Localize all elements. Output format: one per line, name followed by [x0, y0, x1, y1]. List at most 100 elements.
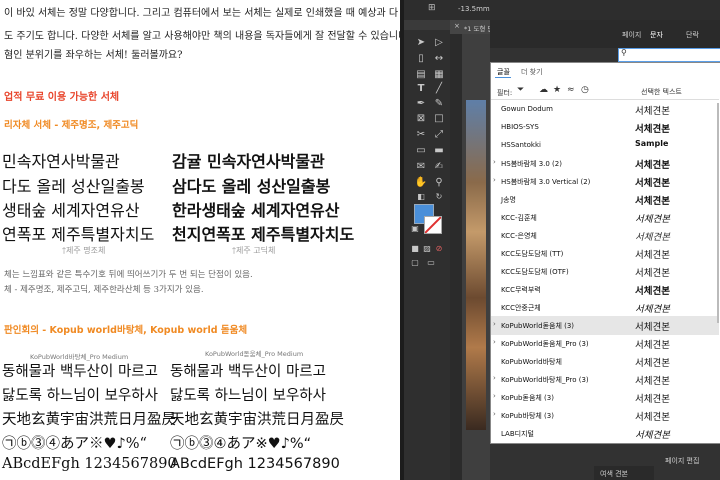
- expand-chevron-icon[interactable]: ›: [493, 374, 496, 382]
- tools-panel: ➤ ▷ ▯ ↔ ▤ ▦ T ╱ ✒ ✎ ⊠ □ ✂ ⤢ ▭ ▬ ✉ ✍ ✋ ⚲ …: [404, 30, 450, 480]
- font-sample: 서체견본: [635, 106, 670, 117]
- stroke-swatch[interactable]: [424, 216, 442, 234]
- kopub-dotum-line-2: 닳도록 하느님이 보우하사: [170, 388, 326, 404]
- font-list-item[interactable]: HBIOS-SYS 서체견본: [491, 118, 719, 137]
- cloud-fonts-icon[interactable]: ☁: [539, 85, 548, 95]
- content-placer-icon[interactable]: ▦: [432, 68, 446, 82]
- pen-tool-icon[interactable]: ✒: [414, 97, 428, 111]
- expand-chevron-icon[interactable]: ›: [493, 176, 496, 184]
- font-list-item[interactable]: KCC-은영체 서체견본: [491, 226, 719, 245]
- font-sample: 서체견본: [635, 376, 670, 387]
- kopub-label-right: KoPubWorld돋움체_Pro Medium: [205, 350, 304, 358]
- font-list-item[interactable]: KCC안중근체 서체견본: [491, 298, 719, 317]
- font-list-item[interactable]: › KoPub돋움체 (3) 서체견본: [491, 388, 719, 407]
- font-search-input[interactable]: ⚲: [618, 48, 720, 62]
- page-tool-icon[interactable]: ▯: [414, 52, 428, 66]
- similar-fonts-icon[interactable]: ≈: [567, 85, 575, 95]
- tab-paragraph[interactable]: 단락: [686, 30, 699, 40]
- expand-chevron-icon[interactable]: ›: [493, 320, 496, 328]
- direct-selection-tool-icon[interactable]: ▷: [432, 36, 446, 50]
- recent-fonts-icon[interactable]: ◷: [581, 85, 589, 95]
- formatting-affects-container-icon[interactable]: ▣: [408, 222, 422, 236]
- swap-colors-icon[interactable]: ↻: [432, 190, 446, 204]
- line-tool-icon[interactable]: ╱: [432, 82, 446, 96]
- scissors-tool-icon[interactable]: ✂: [414, 128, 428, 142]
- font-list-item[interactable]: › KoPubWorld돋움체_Pro (3) 서체견본: [491, 334, 719, 353]
- canvas-area[interactable]: [462, 34, 490, 480]
- font-list-item[interactable]: J송명 서체견본: [491, 190, 719, 209]
- list-scrollbar[interactable]: [717, 103, 719, 323]
- font-sample: 서체견본: [635, 340, 670, 351]
- font-sample: 서체견본: [635, 286, 670, 297]
- jeju-gothic-line-1: 감귤 민속자연사박물관: [172, 152, 325, 171]
- selection-tool-icon[interactable]: ➤: [414, 36, 428, 50]
- gap-tool-icon[interactable]: ↔: [432, 52, 446, 66]
- expand-chevron-icon[interactable]: ›: [493, 158, 496, 166]
- tab-character[interactable]: 문자: [650, 30, 663, 40]
- expand-chevron-icon[interactable]: ›: [493, 338, 496, 346]
- zoom-tool-icon[interactable]: ⚲: [432, 176, 446, 190]
- tab-find-more[interactable]: 더 찾기: [521, 67, 543, 77]
- eyedropper-tool-icon[interactable]: ✍: [432, 160, 446, 174]
- kopub-heading: 판인회의 - Kopub world바탕체, Kopub world 돋움체: [4, 325, 248, 336]
- close-tab-icon[interactable]: ×: [454, 22, 460, 30]
- font-name: HS봄바람체 3.0 Vertical (2): [501, 178, 591, 186]
- swatch-tab[interactable]: 여색 견본: [594, 466, 654, 480]
- rectangle-frame-tool-icon[interactable]: ⊠: [414, 112, 428, 126]
- content-collector-icon[interactable]: ▤: [414, 68, 428, 82]
- tab-pages[interactable]: 페이지: [622, 30, 641, 40]
- font-sample: 서체견본: [635, 304, 670, 315]
- jeju-myeongjo-line-1: 민속자연사박물관: [2, 152, 120, 171]
- reference-point-icon[interactable]: ⊞: [428, 3, 436, 13]
- apply-none-icon[interactable]: ⊘: [432, 242, 446, 256]
- font-sample: 서체견본: [635, 196, 670, 207]
- page-edit-label: 페이지 편집: [665, 457, 700, 465]
- placed-photo[interactable]: [466, 100, 486, 430]
- font-name: KCC도담도담체 (OTF): [501, 268, 569, 276]
- gradient-tool-icon[interactable]: ▭: [414, 144, 428, 158]
- type-tool-icon[interactable]: T: [414, 82, 428, 96]
- expand-chevron-icon[interactable]: ›: [493, 392, 496, 400]
- font-list-item[interactable]: KCC도담도담체 (OTF) 서체견본: [491, 262, 719, 281]
- font-list-item[interactable]: › HS봄바람체 3.0 Vertical (2) 서체견본: [491, 172, 719, 191]
- font-sample: 서체견본: [635, 430, 670, 441]
- font-list-item[interactable]: › KoPubWorld돋움체 (3) 서체견본: [491, 316, 719, 335]
- expand-chevron-icon[interactable]: ›: [493, 410, 496, 418]
- font-list-item[interactable]: › KoPub바탕체 (3) 서체견본: [491, 406, 719, 425]
- tab-fonts[interactable]: 글꼴: [497, 67, 510, 77]
- font-sample: 서체견본: [635, 214, 670, 225]
- free-transform-tool-icon[interactable]: ⤢: [432, 128, 446, 142]
- panel-tabbar: 페이지 문자 단락: [490, 20, 720, 48]
- font-list-item[interactable]: KCC도담도담체 (TT) 서체견본: [491, 244, 719, 263]
- font-list-item[interactable]: HSSantokki Sample: [491, 136, 719, 155]
- font-list-item[interactable]: › HS봄바람체 3.0 (2) 서체견본: [491, 154, 719, 173]
- measure-field[interactable]: -13.5mm: [458, 5, 490, 13]
- font-sample: Sample: [635, 139, 669, 148]
- indesign-window: ⊞ -13.5mm × *1 도형 만들기 예제.indd @ 50% (GPU…: [404, 0, 720, 480]
- page-edit-button[interactable]: 페이지 편집: [665, 448, 699, 467]
- font-sample: 서체견본: [635, 394, 670, 405]
- gradient-feather-tool-icon[interactable]: ▬: [432, 144, 446, 158]
- normal-view-icon[interactable]: ▢: [408, 256, 422, 270]
- pencil-tool-icon[interactable]: ✎: [432, 97, 446, 111]
- rectangle-tool-icon[interactable]: □: [432, 112, 446, 126]
- filter-funnel-icon[interactable]: ⏷: [517, 85, 524, 95]
- favorites-star-icon[interactable]: ★: [553, 85, 561, 95]
- font-name: KCC-은영체: [501, 232, 537, 240]
- note-tool-icon[interactable]: ✉: [414, 160, 428, 174]
- font-list-item[interactable]: LAB디지털 서체견본: [491, 424, 719, 443]
- font-list-item[interactable]: Gowun Dodum 서체견본: [491, 100, 719, 119]
- default-colors-icon[interactable]: ◧: [414, 190, 428, 204]
- font-name: KoPub바탕체 (3): [501, 412, 554, 420]
- font-list-item[interactable]: › KoPubWorld바탕체_Pro (3) 서체견본: [491, 370, 719, 389]
- font-list-item[interactable]: KCC무력부력 서체견본: [491, 280, 719, 299]
- font-sample: 서체견본: [635, 268, 670, 279]
- font-name: KCC-김훈체: [501, 214, 537, 222]
- screen-mode-icon[interactable]: ▭: [424, 256, 438, 270]
- jeju-gothic-line-2: 삼다도 올레 성산일출봉: [172, 177, 331, 196]
- font-list-item[interactable]: KCC-김훈체 서체견본: [491, 208, 719, 227]
- hand-tool-icon[interactable]: ✋: [414, 176, 428, 190]
- font-list-item[interactable]: KoPubWorld바탕체 서체견본: [491, 352, 719, 371]
- kopub-batang-line-3: 天地玄黄宇宙洪荒日月盈昃: [2, 412, 176, 428]
- font-sample: 서체견본: [635, 358, 670, 369]
